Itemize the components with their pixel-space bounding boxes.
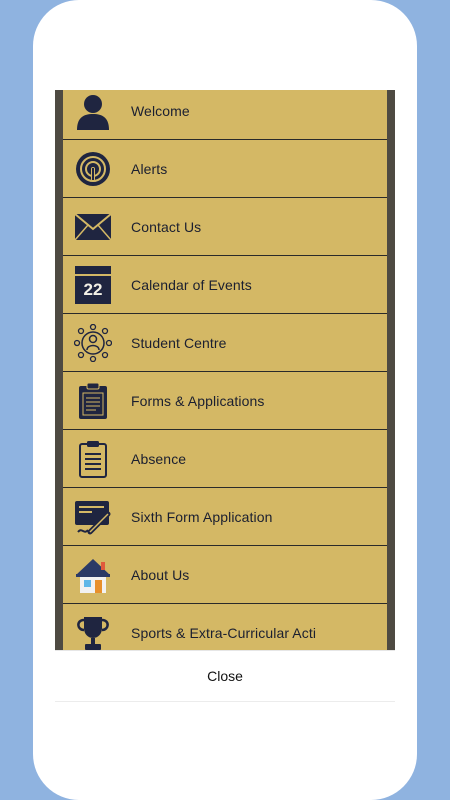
clipboard-icon bbox=[73, 381, 113, 421]
envelope-icon bbox=[73, 207, 113, 247]
menu-item-contact-us[interactable]: Contact Us bbox=[63, 198, 387, 256]
menu-item-student-centre[interactable]: Student Centre bbox=[63, 314, 387, 372]
alert-signal-icon bbox=[73, 149, 113, 189]
backdrop-edge-right bbox=[387, 90, 395, 650]
menu-item-forms-applications[interactable]: Forms & Applications bbox=[63, 372, 387, 430]
close-button[interactable]: Close bbox=[55, 650, 395, 701]
menu-item-label: Contact Us bbox=[131, 218, 202, 235]
menu-item-alerts[interactable]: Alerts bbox=[63, 140, 387, 198]
trophy-icon bbox=[73, 613, 113, 651]
menu-item-label: Calendar of Events bbox=[131, 276, 252, 293]
menu-item-sixth-form-application[interactable]: Sixth Form Application bbox=[63, 488, 387, 546]
calendar-day-number: 22 bbox=[75, 275, 111, 304]
menu-item-label: Student Centre bbox=[131, 334, 227, 351]
menu-item-label: Absence bbox=[131, 450, 187, 467]
menu-item-label: About Us bbox=[131, 566, 190, 583]
menu-item-welcome[interactable]: Welcome bbox=[63, 90, 387, 140]
signature-form-icon bbox=[73, 497, 113, 537]
menu-item-absence[interactable]: Absence bbox=[63, 430, 387, 488]
menu-item-calendar[interactable]: 22 Calendar of Events bbox=[63, 256, 387, 314]
menu-item-label: Welcome bbox=[131, 102, 190, 119]
calendar-icon: 22 bbox=[73, 265, 113, 305]
menu-item-sports-extra-curricular[interactable]: Sports & Extra-Curricular Acti bbox=[63, 604, 387, 650]
menu-item-label: Sports & Extra-Curricular Acti bbox=[131, 624, 317, 641]
menu-item-about-us[interactable]: About Us bbox=[63, 546, 387, 604]
menu-item-label: Forms & Applications bbox=[131, 392, 265, 409]
side-menu: Welcome Alerts Contact Us 22 Calendar of… bbox=[63, 90, 387, 650]
menu-item-label: Alerts bbox=[131, 160, 168, 177]
menu-item-label: Sixth Form Application bbox=[131, 508, 273, 525]
house-icon bbox=[73, 555, 113, 595]
checklist-icon bbox=[73, 439, 113, 479]
backdrop-edge-left bbox=[55, 90, 63, 650]
network-person-icon bbox=[73, 323, 113, 363]
menu-screen: Welcome Alerts Contact Us 22 Calendar of… bbox=[55, 90, 395, 650]
person-icon bbox=[73, 91, 113, 131]
